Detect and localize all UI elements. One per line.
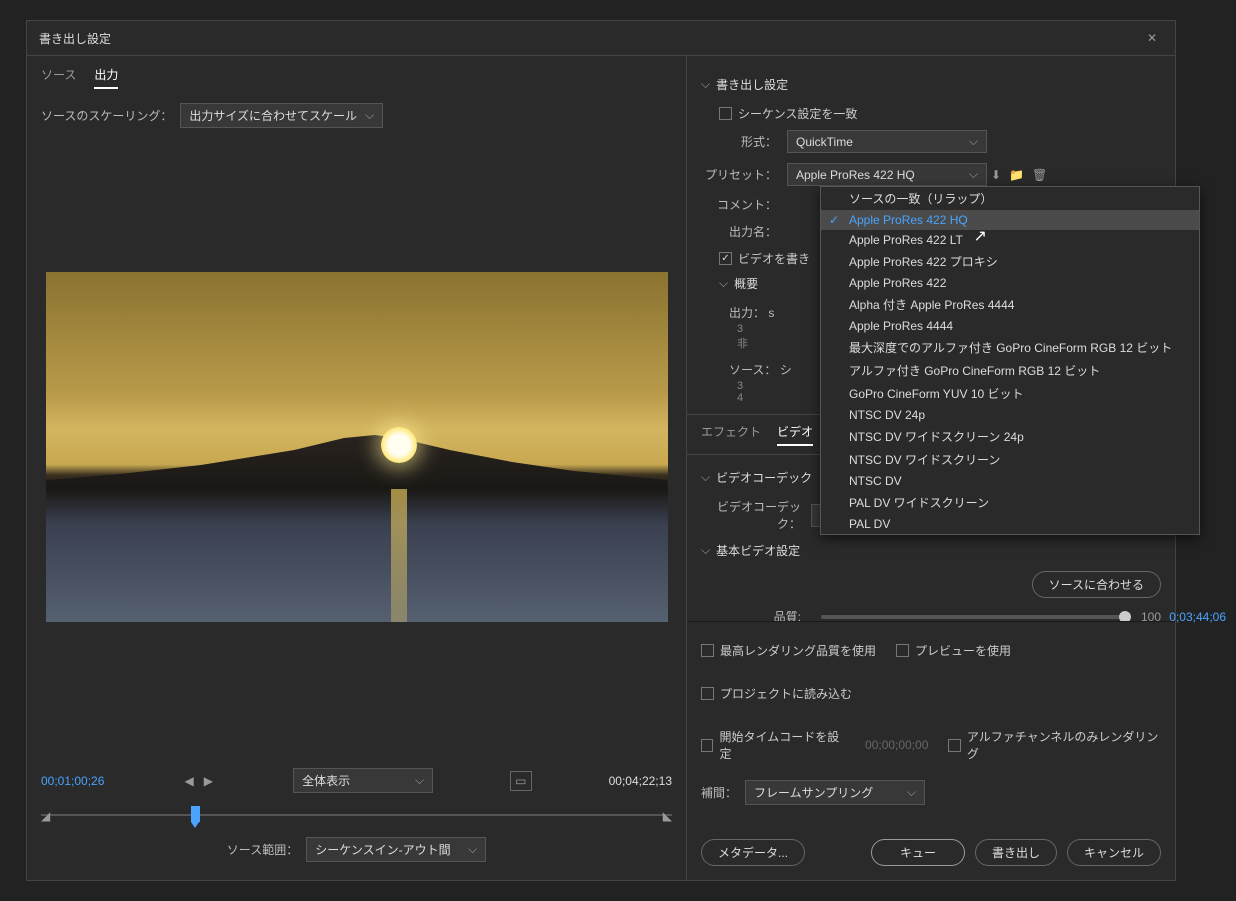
preset-option[interactable]: Apple ProRes 422 [821, 273, 1199, 293]
scaling-label: ソースのスケーリング： [41, 107, 172, 124]
use-preview-checkbox[interactable] [896, 644, 909, 657]
section-video-codec: ビデオコーデック [716, 469, 812, 486]
video-codec-label: ビデオコーデック： [701, 498, 801, 532]
preset-option[interactable]: GoPro CineForm YUV 10 ビット [821, 382, 1199, 405]
queue-button[interactable]: キュー [871, 839, 965, 866]
step-fwd-icon[interactable]: ▶ [201, 774, 216, 788]
chevron-down-icon: ⌵ [969, 167, 978, 182]
preset-option[interactable]: Apple ProRes 422 LT [821, 230, 1199, 250]
preset-option[interactable]: 最大深度でのアルファ付き GoPro CineForm RGB 12 ビット [821, 336, 1199, 359]
chevron-down-icon: ⌵ [365, 108, 374, 123]
chevron-down-icon: ⌵ [907, 785, 916, 800]
preset-select[interactable]: Apple ProRes 422 HQ ⌵ [787, 163, 987, 186]
preset-dropdown-list: ソースの一致（リラップ）Apple ProRes 422 HQApple Pro… [820, 186, 1200, 535]
quality-value: 100 [1141, 610, 1161, 622]
tab-output[interactable]: 出力 [94, 66, 118, 89]
interpolation-select[interactable]: フレームサンプリング ⌵ [745, 780, 925, 805]
interpolation-label: 補間： [701, 784, 737, 801]
scaling-select[interactable]: 出力サイズに合わせてスケール ⌵ [180, 103, 383, 128]
start-tc-checkbox[interactable] [701, 739, 713, 752]
preset-option[interactable]: Apple ProRes 422 HQ [821, 210, 1199, 230]
preset-option[interactable]: PAL DV [821, 514, 1199, 534]
duration-timecode: 00;04;22;13 [609, 774, 672, 788]
write-video-checkbox[interactable] [719, 252, 732, 265]
aspect-icon[interactable]: ▭ [510, 771, 531, 791]
tab-video[interactable]: ビデオ [777, 423, 813, 446]
section-export-settings: 書き出し設定 [716, 76, 788, 93]
preset-label: プリセット： [701, 166, 777, 183]
chevron-down-icon[interactable]: ⌵ [701, 470, 710, 485]
cancel-button[interactable]: キャンセル [1067, 839, 1161, 866]
section-summary: 概要 [734, 275, 758, 292]
tab-source[interactable]: ソース [41, 66, 76, 89]
chevron-down-icon[interactable]: ⌵ [719, 276, 728, 291]
chevron-down-icon[interactable]: ⌵ [701, 77, 710, 92]
export-button[interactable]: 書き出し [975, 839, 1057, 866]
out-point-icon[interactable]: ◣ [663, 809, 672, 823]
chevron-down-icon: ⌵ [468, 842, 477, 857]
quality-slider[interactable] [821, 615, 1131, 619]
preset-option[interactable]: ソースの一致（リラップ） [821, 187, 1199, 210]
delete-preset-icon[interactable]: 🗑 [1028, 166, 1051, 184]
max-render-checkbox[interactable] [701, 644, 714, 657]
format-select[interactable]: QuickTime ⌵ [787, 130, 987, 153]
output-name-label: 出力名： [701, 223, 777, 240]
tab-effect[interactable]: エフェクト [701, 423, 761, 446]
alpha-only-checkbox[interactable] [948, 739, 960, 752]
source-range-select[interactable]: シーケンスイン-アウト間 ⌵ [306, 837, 486, 862]
left-panel: ソース 出力 ソースのスケーリング： 出力サイズに合わせてスケール ⌵ 00;0… [27, 56, 687, 880]
source-range-label: ソース範囲： [227, 841, 298, 858]
chevron-down-icon: ⌵ [415, 773, 424, 788]
playhead[interactable] [191, 806, 200, 822]
preset-option[interactable]: Apple ProRes 4444 [821, 316, 1199, 336]
start-tc-value: 00;00;00;00 [865, 738, 928, 752]
chevron-down-icon[interactable]: ⌵ [701, 543, 710, 558]
preset-option[interactable]: NTSC DV 24p [821, 405, 1199, 425]
preset-option[interactable]: Apple ProRes 422 プロキシ [821, 250, 1199, 273]
save-preset-icon[interactable]: ⬇ [987, 166, 1005, 184]
step-back-icon[interactable]: ◀ [182, 774, 197, 788]
bg-timecode: 0;03;44;06 [1169, 610, 1226, 624]
preview-image [46, 272, 668, 622]
in-point-icon[interactable]: ◢ [41, 809, 50, 823]
preset-option[interactable]: PAL DV ワイドスクリーン [821, 491, 1199, 514]
zoom-select[interactable]: 全体表示 ⌵ [293, 768, 433, 793]
chevron-down-icon: ⌵ [969, 134, 978, 149]
preset-option[interactable]: Alpha 付き Apple ProRes 4444 [821, 293, 1199, 316]
import-project-checkbox[interactable] [701, 687, 714, 700]
preset-option[interactable]: アルファ付き GoPro CineForm RGB 12 ビット [821, 359, 1199, 382]
write-video-label: ビデオを書き [738, 250, 810, 267]
match-sequence-label: シーケンス設定を一致 [738, 105, 857, 122]
dialog-title: 書き出し設定 [39, 30, 111, 47]
preset-option[interactable]: NTSC DV ワイドスクリーン 24p [821, 425, 1199, 448]
close-icon[interactable]: ✕ [1141, 29, 1163, 47]
match-source-button[interactable]: ソースに合わせる [1032, 571, 1161, 598]
import-preset-icon[interactable]: 📁 [1005, 166, 1028, 184]
quality-label: 品質: [701, 608, 801, 621]
section-basic-video: 基本ビデオ設定 [716, 542, 800, 559]
comment-label: コメント： [701, 196, 777, 213]
scrub-bar[interactable]: ◢ ◣ [41, 803, 672, 827]
preset-option[interactable]: NTSC DV ワイドスクリーン [821, 448, 1199, 471]
format-label: 形式： [701, 133, 777, 150]
match-sequence-checkbox[interactable] [719, 107, 732, 120]
metadata-button[interactable]: メタデータ... [701, 839, 805, 866]
current-timecode[interactable]: 00;01;00;26 [41, 774, 104, 788]
preset-option[interactable]: NTSC DV [821, 471, 1199, 491]
